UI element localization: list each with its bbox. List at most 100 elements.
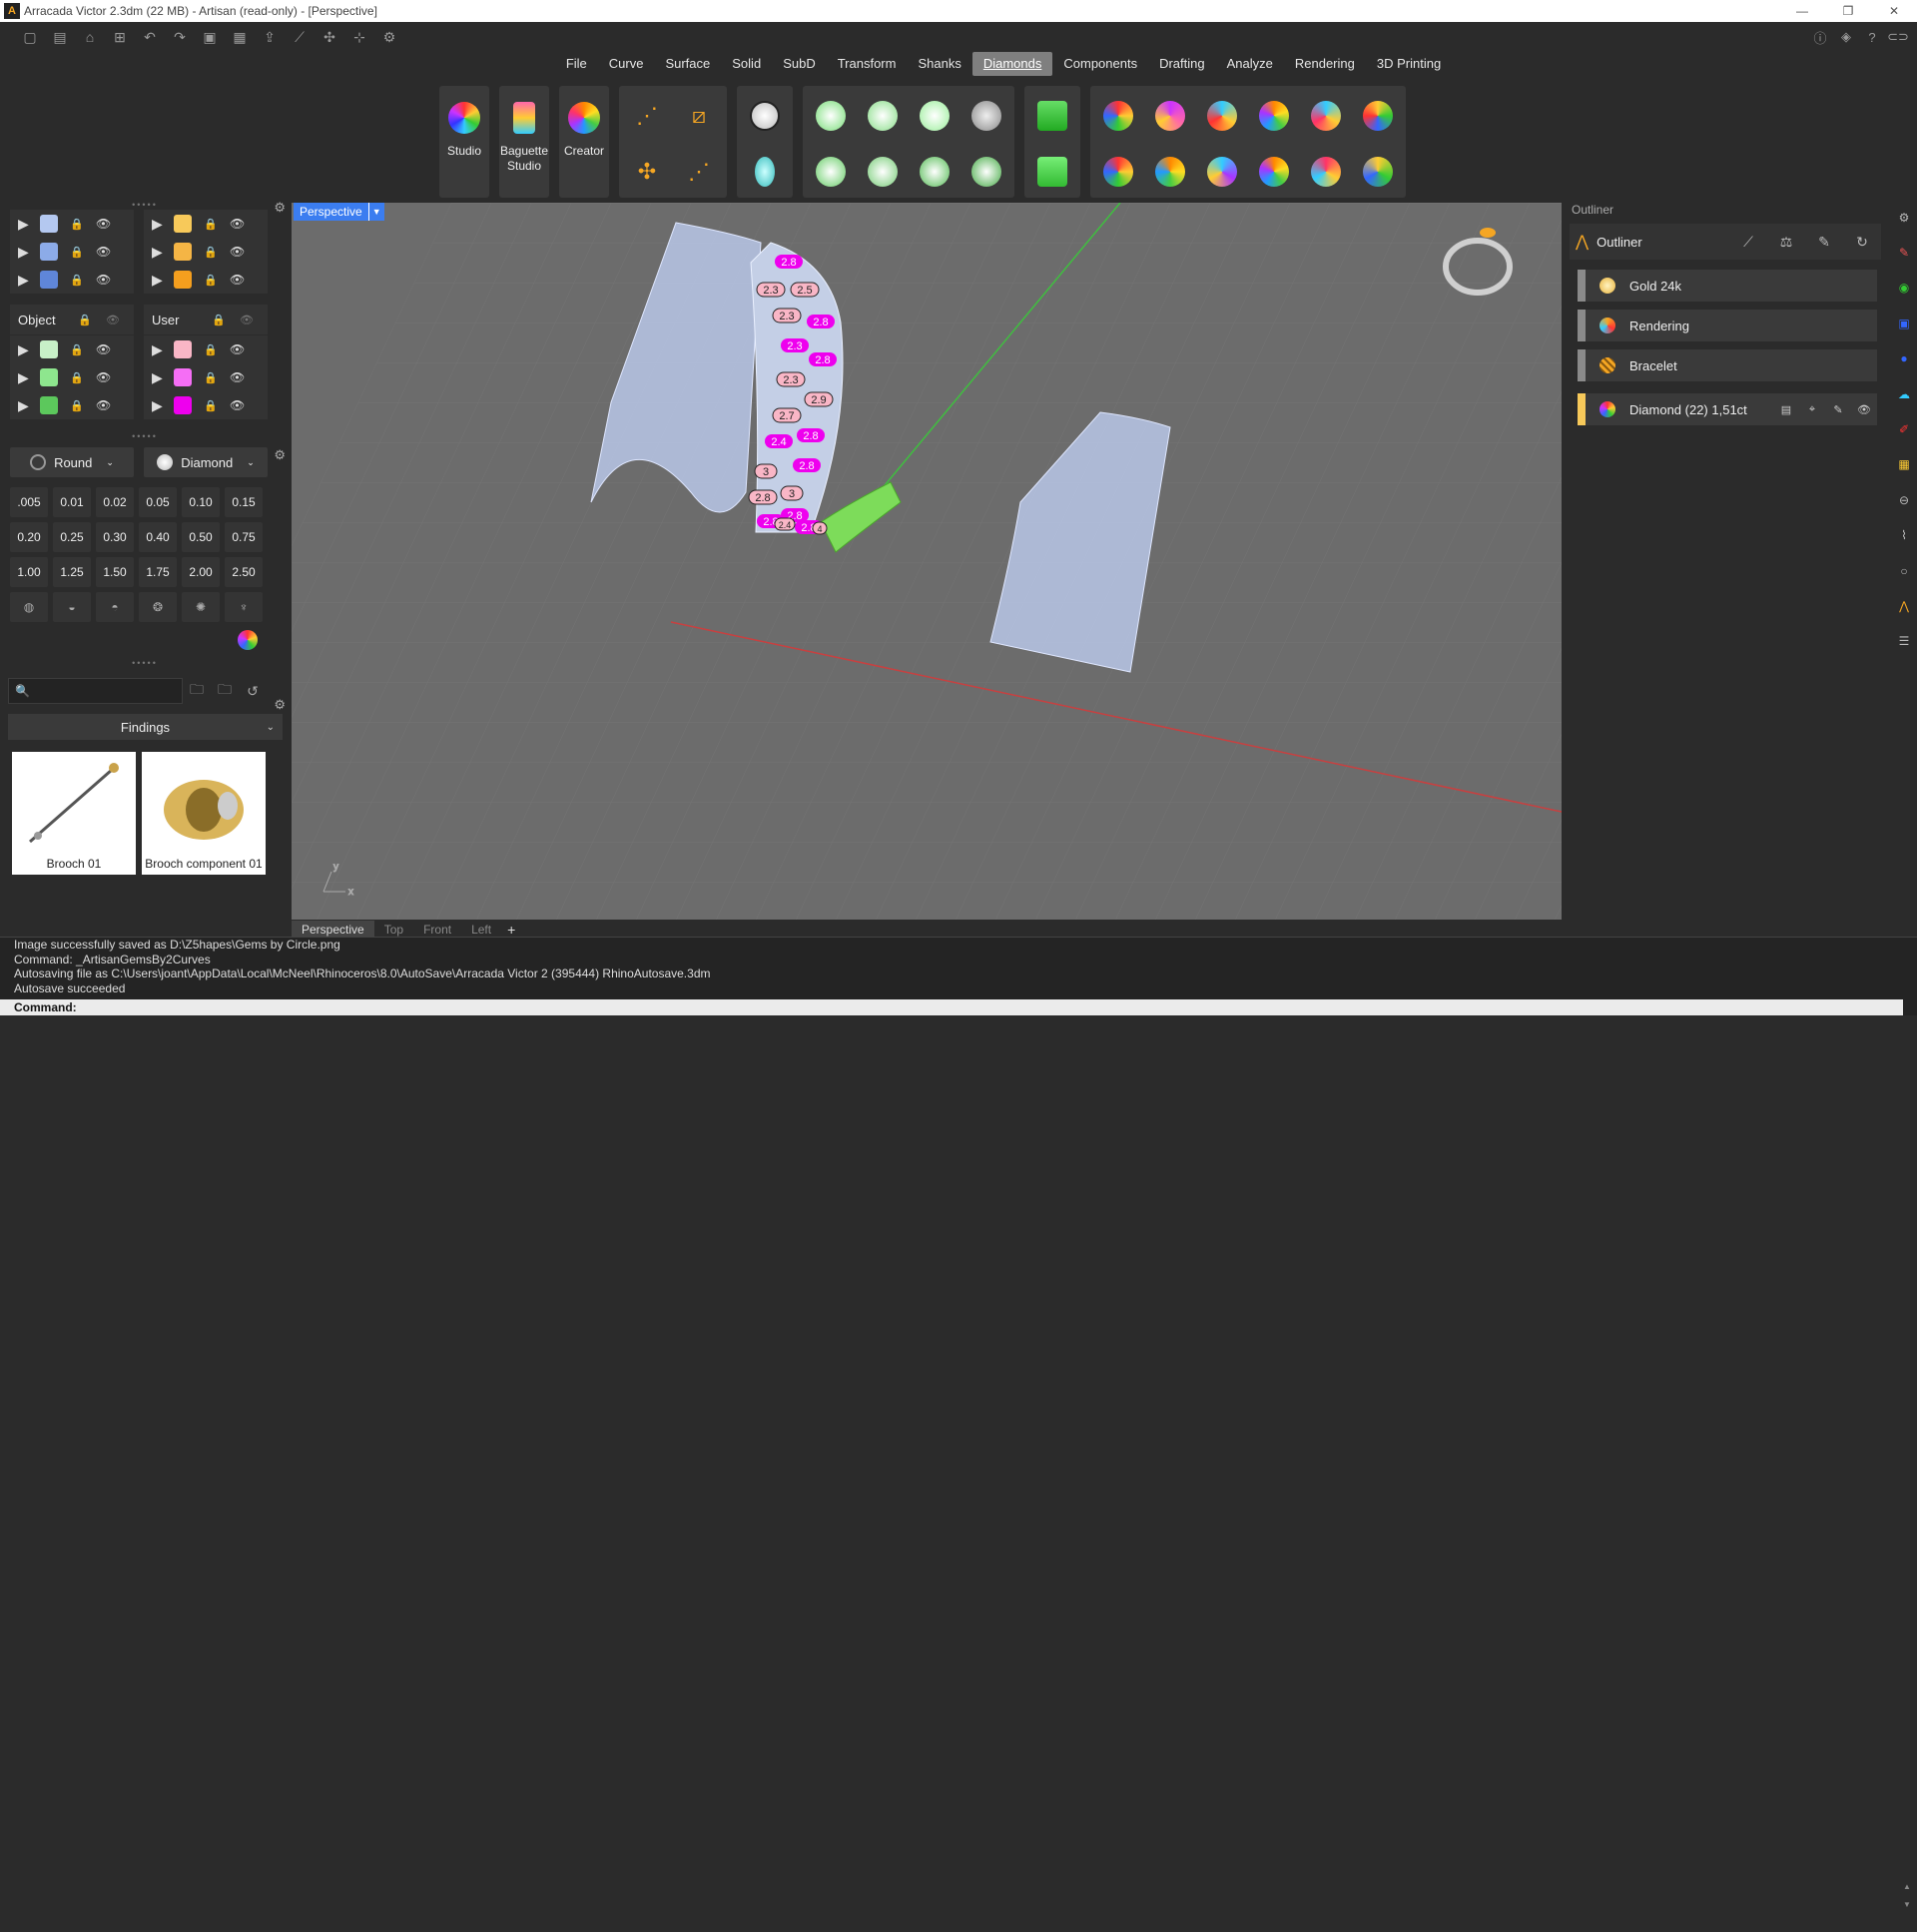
user-layer-header[interactable]: User 🔒 👁 xyxy=(144,305,268,334)
size-button[interactable]: 2.50 xyxy=(225,557,263,587)
new-file-icon[interactable]: ▢ xyxy=(18,26,42,48)
viewport-menu-chevron-icon[interactable]: ▼ xyxy=(367,203,384,221)
size-button[interactable]: 1.00 xyxy=(10,557,48,587)
menu-curve[interactable]: Curve xyxy=(598,52,655,76)
tool-1-button[interactable] xyxy=(1094,90,1142,142)
prong-button[interactable] xyxy=(911,90,958,142)
round-gem-button[interactable] xyxy=(741,90,789,142)
layer-color-swatch[interactable] xyxy=(40,340,58,358)
properties-icon[interactable]: ▤ xyxy=(1773,403,1799,416)
play-icon[interactable]: ▶ xyxy=(18,341,40,358)
size-button[interactable]: 0.02 xyxy=(96,487,134,517)
menu-diamonds[interactable]: Diamonds xyxy=(971,52,1053,76)
tool-3-button[interactable] xyxy=(1198,90,1246,142)
gems-between-curves-button[interactable]: ⧄ xyxy=(675,90,723,142)
refresh-icon[interactable]: ↻ xyxy=(1843,234,1881,251)
library-search-input[interactable]: 🔍 xyxy=(8,678,183,704)
settings-icon[interactable]: ⚙ xyxy=(377,26,401,48)
color-wheel-icon[interactable]: ◉ xyxy=(1899,271,1909,306)
bezel-setting-button[interactable]: ◍ xyxy=(10,592,48,622)
gems-on-curve-button[interactable]: ⋰ xyxy=(623,90,671,142)
layers-icon[interactable]: ◈ xyxy=(1833,29,1859,45)
add-item-icon[interactable]: 🗀 xyxy=(211,679,239,703)
play-icon[interactable]: ▶ xyxy=(152,244,174,261)
tools-icon[interactable]: ⌇ xyxy=(1901,518,1907,553)
tool-6-button[interactable] xyxy=(1354,90,1402,142)
lock-icon[interactable]: 🔒 xyxy=(204,218,230,231)
eye-icon[interactable]: 👁 xyxy=(96,245,111,259)
crown-setting-button[interactable]: ❂ xyxy=(139,592,177,622)
panel-settings-icon[interactable]: ⚙ xyxy=(274,447,286,463)
lock-icon[interactable]: 🔒 xyxy=(204,399,230,412)
layer-row[interactable]: ▶ 🔒 👁 xyxy=(144,238,268,266)
gem-color-icon[interactable] xyxy=(238,630,258,650)
play-icon[interactable]: ▶ xyxy=(18,369,40,386)
play-icon[interactable]: ▶ xyxy=(152,369,174,386)
lock-icon[interactable]: 🔒 xyxy=(70,343,96,356)
flower-setting-button[interactable]: ✺ xyxy=(182,592,220,622)
size-button[interactable]: 0.25 xyxy=(53,522,91,552)
size-button[interactable]: 0.01 xyxy=(53,487,91,517)
tool-8-button[interactable] xyxy=(1146,146,1194,198)
tool-4-button[interactable] xyxy=(1250,90,1298,142)
list-icon[interactable]: ☰ xyxy=(1899,624,1910,659)
layer-row[interactable]: ▶ 🔒 👁 xyxy=(10,391,134,419)
layer-color-swatch[interactable] xyxy=(40,215,58,233)
gems-pair-button[interactable]: ⋰ xyxy=(675,146,723,198)
pave-button[interactable] xyxy=(962,90,1010,142)
layer-color-swatch[interactable] xyxy=(40,368,58,386)
cplane-icon[interactable]: ⊹ xyxy=(347,26,371,48)
circle-icon[interactable]: ○ xyxy=(1900,553,1907,588)
creator-button[interactable]: Creator xyxy=(559,86,609,198)
lock-icon[interactable]: 🔒 xyxy=(212,314,226,326)
eye-icon[interactable]: 👁 xyxy=(96,370,111,384)
size-button[interactable]: 0.30 xyxy=(96,522,134,552)
menu-shanks[interactable]: Shanks xyxy=(907,52,971,76)
cup-setting-button[interactable]: ◒ xyxy=(53,592,91,622)
eye-icon[interactable]: 👁 xyxy=(96,217,111,231)
eye-icon[interactable]: 👁 xyxy=(106,314,120,326)
brush-icon[interactable]: ✐ xyxy=(1899,411,1909,446)
size-button[interactable]: .005 xyxy=(10,487,48,517)
panel-grip[interactable]: ••••• xyxy=(0,431,290,441)
play-icon[interactable]: ▶ xyxy=(18,244,40,261)
baguette-studio-button[interactable]: Baguette Studio xyxy=(499,86,549,198)
play-icon[interactable]: ▶ xyxy=(152,216,174,233)
export-icon[interactable]: ⇪ xyxy=(258,26,282,48)
size-button[interactable]: 0.15 xyxy=(225,487,263,517)
play-icon[interactable]: ▶ xyxy=(152,272,174,289)
library-category-dropdown[interactable]: Findings ⌄ xyxy=(8,714,283,740)
import-icon[interactable]: ⊞ xyxy=(108,26,132,48)
eye-icon[interactable]: 👁 xyxy=(230,398,245,412)
menu-solid[interactable]: Solid xyxy=(721,52,772,76)
add-viewport-icon[interactable]: + xyxy=(501,922,515,938)
lock-icon[interactable]: 🔒 xyxy=(204,343,230,356)
gem-material-dropdown[interactable]: Diamond ⌄ xyxy=(144,447,268,477)
select-icon[interactable]: ⌖ xyxy=(1799,403,1825,416)
oval-gem-button[interactable] xyxy=(741,146,789,198)
eye-icon[interactable]: 👁 xyxy=(240,314,254,326)
command-scrollbar[interactable]: ▲ ▼ xyxy=(1903,1882,1915,1932)
pick-icon[interactable]: ⟋ xyxy=(1729,234,1767,251)
artisan-icon[interactable]: ⋀ xyxy=(1899,588,1909,623)
size-button[interactable]: 2.00 xyxy=(182,557,220,587)
eye-icon[interactable]: 👁 xyxy=(1851,403,1877,416)
play-icon[interactable]: ▶ xyxy=(18,397,40,414)
tool-11-button[interactable] xyxy=(1302,146,1350,198)
layer-color-swatch[interactable] xyxy=(174,271,192,289)
layer-row[interactable]: ▶ 🔒 👁 xyxy=(144,363,268,391)
tool-7-button[interactable] xyxy=(1094,146,1142,198)
layer-row[interactable]: ▶ 🔒 👁 xyxy=(144,391,268,419)
size-button[interactable]: 1.50 xyxy=(96,557,134,587)
gumball-icon[interactable]: ✣ xyxy=(318,26,341,48)
layer-color-swatch[interactable] xyxy=(174,215,192,233)
open-icon[interactable]: ⌂ xyxy=(78,26,102,48)
lock-icon[interactable]: 🔒 xyxy=(70,218,96,231)
eye-icon[interactable]: 👁 xyxy=(230,245,245,259)
outliner-row[interactable]: Gold 24k xyxy=(1578,270,1877,302)
cup-button[interactable] xyxy=(859,90,907,142)
new-template-icon[interactable]: ▤ xyxy=(48,26,72,48)
layer-color-swatch[interactable] xyxy=(40,396,58,414)
image-icon[interactable]: ▣ xyxy=(1898,306,1909,340)
viewport-title[interactable]: Perspective xyxy=(294,203,368,221)
